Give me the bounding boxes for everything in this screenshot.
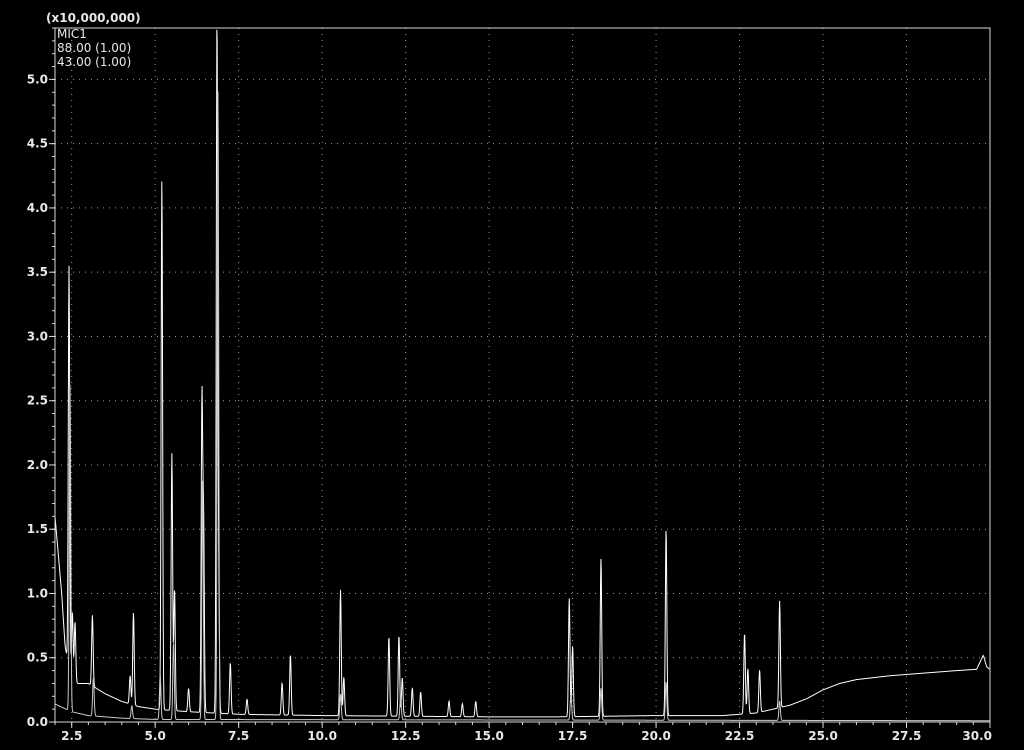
plot-frame — [54, 27, 991, 723]
x-tick-label-0: 2.5 — [61, 729, 82, 743]
series-line-1 — [54, 91, 990, 722]
x-tick-label-4: 12.5 — [391, 729, 421, 743]
x-tick-label-2: 7.5 — [228, 729, 249, 743]
x-tick-label-3: 10.0 — [307, 729, 337, 743]
series-layer — [54, 29, 991, 722]
grid-lines — [55, 28, 990, 722]
x-tick-label-8: 22.5 — [725, 729, 755, 743]
x-tick-label-6: 17.5 — [558, 729, 588, 743]
y-tick-label-4: 2.0 — [27, 458, 48, 472]
chromatogram-chart: 0.0 0.5 1.0 1.5 2.0 2.5 3.0 3.5 4.0 4.5 5.0 2.5 5.0… — [27, 11, 992, 743]
x-tick-label-7: 20.0 — [641, 729, 671, 743]
x-tick-label-1: 5.0 — [145, 729, 166, 743]
x-tick-label-5: 15.0 — [474, 729, 504, 743]
y-tick-label-5: 2.5 — [27, 394, 48, 408]
y-tick-label-1: 0.5 — [27, 651, 48, 665]
x-tick-label-9: 25.0 — [808, 729, 838, 743]
y-tick-label-6: 3.0 — [27, 329, 48, 343]
x-tick-label-10: 27.5 — [892, 729, 922, 743]
y-axis: 0.0 0.5 1.0 1.5 2.0 2.5 3.0 3.5 4.0 4.5 5.0 — [27, 27, 55, 729]
y-tick-label-8: 4.0 — [27, 201, 48, 215]
legend-entry-88: 88.00 (1.00) — [57, 41, 132, 55]
y-tick-label-7: 3.5 — [27, 265, 48, 279]
legend-entry-43: 43.00 (1.00) — [57, 55, 132, 69]
series-line-0 — [54, 29, 991, 718]
legend-title: MIC1 — [57, 27, 87, 41]
y-tick-label-2: 1.0 — [27, 586, 48, 600]
y-scale-label: (x10,000,000) — [46, 11, 141, 25]
y-tick-label-0: 0.0 — [27, 715, 48, 729]
x-axis: 2.5 5.0 7.5 10.0 12.5 15.0 17.5 20.0 22.5 25.0 27.… — [54, 722, 992, 743]
y-tick-label-9: 4.5 — [27, 137, 48, 151]
y-tick-label-10: 5.0 — [27, 72, 48, 86]
x-tick-label-11: 30.0 — [962, 729, 992, 743]
y-tick-label-3: 1.5 — [27, 522, 48, 536]
